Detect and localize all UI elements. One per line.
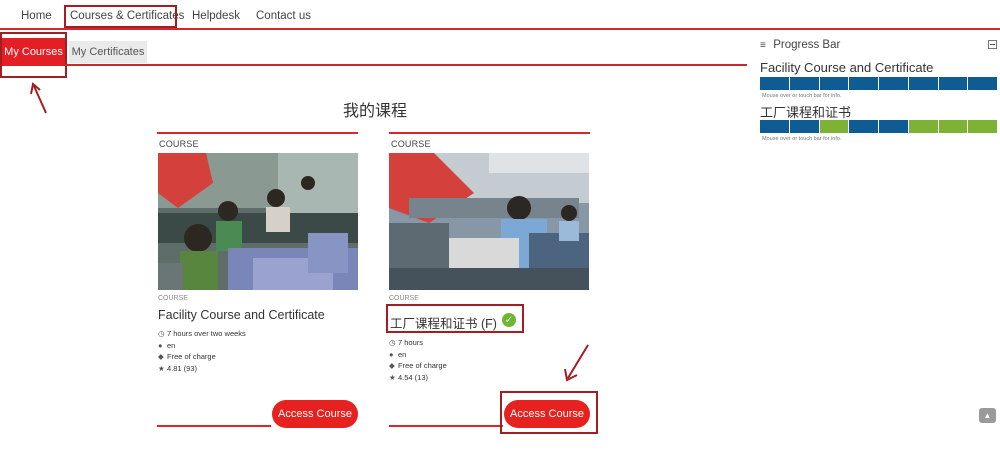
card-1-rating: ★ 4.81 (93) [158, 364, 197, 373]
tab-divider [65, 64, 747, 66]
clock-icon: ◷ [158, 329, 165, 338]
nav-contact-us[interactable]: Contact us [256, 10, 311, 22]
progress-segment[interactable] [938, 77, 969, 90]
progress-segment[interactable] [908, 120, 939, 133]
card-1-rating-text: 4.81 (93) [167, 364, 198, 373]
progress-segment[interactable] [968, 77, 997, 90]
card-2-top-line [389, 132, 590, 134]
nav-helpdesk[interactable]: Helpdesk [192, 10, 240, 22]
page-title: 我的课程 [342, 103, 407, 120]
card-1-small-label: COURSE [158, 295, 188, 302]
tag-icon: ◆ [158, 352, 164, 361]
progress-segment[interactable] [879, 77, 909, 90]
card-2-rating: ★ 4.54 (13) [389, 373, 428, 382]
highlight-box-nav [64, 5, 177, 28]
progress-segment[interactable] [968, 120, 997, 133]
star-icon: ★ [389, 373, 396, 382]
card-1-duration: ◷ 7 hours over two weeks [158, 329, 246, 338]
card-2-duration: ◷ 7 hours [389, 338, 423, 347]
star-icon: ★ [158, 364, 165, 373]
highlight-box-tab [0, 32, 67, 78]
progress-bar[interactable] [760, 77, 997, 90]
card-1-price-text: Free of charge [167, 352, 216, 361]
progress-bar-title: Progress Bar [773, 39, 841, 51]
card-2-image[interactable] [389, 153, 589, 290]
highlight-box-access-button [500, 391, 598, 434]
progress-segment[interactable] [819, 77, 850, 90]
annotation-arrow-icon [564, 344, 589, 382]
card-1-top-line [157, 132, 358, 134]
card-1-price: ◆ Free of charge [158, 352, 216, 361]
hamburger-icon: ≡ [760, 40, 766, 51]
card-2-header-label: COURSE [391, 139, 431, 149]
card-2-rating-text: 4.54 (13) [398, 373, 429, 382]
progress-segment[interactable] [760, 77, 790, 90]
progress-segment[interactable] [849, 77, 879, 90]
globe-icon: ● [389, 350, 394, 359]
progress-segment[interactable] [789, 120, 820, 133]
progress-bar-header: ≡ Progress Bar [760, 39, 840, 51]
progress-course-name: 工厂课程和证书 [760, 105, 852, 120]
card-2-price: ◆ Free of charge [389, 361, 447, 370]
progress-segment[interactable] [879, 120, 909, 133]
card-1-access-course-button[interactable]: Access Course [272, 400, 358, 428]
card-1-language: ● en [158, 341, 175, 350]
nav-divider [0, 28, 1000, 30]
card-1-language-text: en [167, 341, 176, 350]
progress-segment[interactable] [760, 120, 790, 133]
progress-bar[interactable] [760, 120, 997, 133]
clock-icon: ◷ [389, 338, 396, 347]
progress-segment[interactable] [908, 77, 939, 90]
minimize-icon[interactable] [988, 40, 997, 49]
card-1-duration-text: 7 hours over two weeks [167, 329, 246, 338]
progress-segment[interactable] [938, 120, 969, 133]
tab-my-certificates[interactable]: My Certificates [69, 41, 147, 63]
progress-hint: Mouse over or touch bar for info. [762, 93, 842, 99]
annotation-arrow-icon [30, 82, 47, 114]
progress-segment[interactable] [789, 77, 820, 90]
card-2-bottom-line [389, 425, 503, 427]
card-2-small-label: COURSE [389, 295, 419, 302]
tag-icon: ◆ [389, 361, 395, 370]
card-2-language: ● en [389, 350, 406, 359]
progress-segment[interactable] [819, 120, 850, 133]
card-2-price-text: Free of charge [398, 361, 447, 370]
progress-course-name: Facility Course and Certificate [760, 60, 934, 75]
card-1-title[interactable]: Facility Course and Certificate [158, 308, 325, 322]
chevron-up-icon[interactable]: ▲ [979, 408, 996, 423]
card-2-language-text: en [398, 350, 407, 359]
nav-home[interactable]: Home [21, 10, 52, 22]
progress-segment[interactable] [849, 120, 879, 133]
card-1-bottom-line [157, 425, 271, 427]
globe-icon: ● [158, 341, 163, 350]
progress-hint: Mouse over or touch bar for info. [762, 136, 842, 142]
card-1-image[interactable] [158, 153, 358, 290]
highlight-box-course-title [386, 304, 524, 333]
card-1-header-label: COURSE [159, 139, 199, 149]
card-2-duration-text: 7 hours [398, 338, 424, 347]
